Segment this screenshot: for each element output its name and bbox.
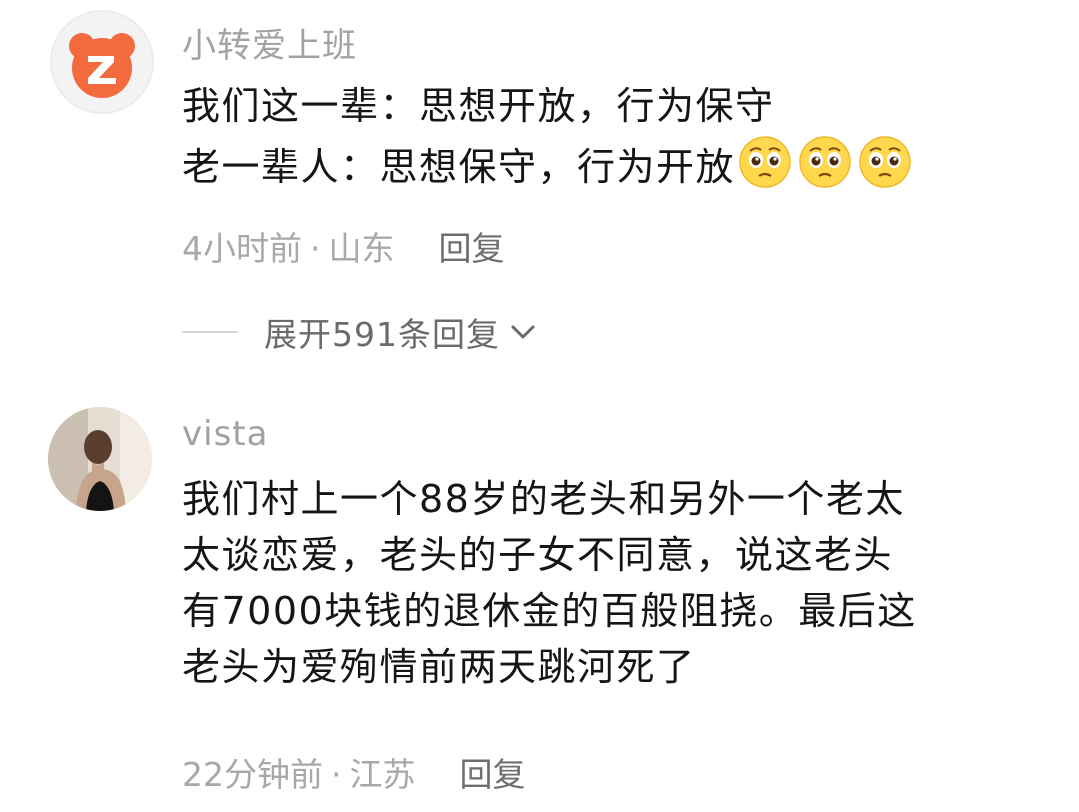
pleading-face-emoji-icon [859, 136, 911, 188]
meta-separator: · [331, 755, 342, 794]
comment-time: 4小时前 [182, 229, 302, 268]
zhuanzhuan-logo-icon [69, 33, 135, 98]
comment-location: 山东 [328, 229, 395, 268]
expand-replies-label: 展开591条回复 [264, 315, 500, 354]
comment-time: 22分钟前 [182, 755, 323, 794]
emoji-group [737, 134, 913, 190]
comment-meta: 22分钟前 · 江苏 回复 [182, 748, 526, 796]
comment-line-with-emoji: 老一辈人：思想保守，行为开放 [182, 134, 913, 195]
comment-line: 有7000块钱的退休金的百般阻挠。最后这 [182, 589, 917, 633]
comment-line: 老一辈人：思想保守，行为开放 [182, 145, 736, 189]
comment-line: 我们村上一个88岁的老头和另外一个老太 [182, 477, 905, 521]
comment-body: 我们村上一个88岁的老头和另外一个老太 太谈恋爱，老头的子女不同意，说这老头 有… [182, 471, 917, 695]
divider [182, 331, 238, 333]
pleading-face-emoji-icon [799, 136, 851, 188]
comment-line: 太谈恋爱，老头的子女不同意，说这老头 [182, 533, 894, 577]
comment-username[interactable]: 小转爱上班 [182, 18, 357, 67]
user-photo-avatar-icon [48, 407, 152, 511]
chevron-down-icon [511, 325, 535, 339]
comment-body: 我们这一辈：思想开放，行为保守 老一辈人：思想保守，行为开放 [182, 78, 913, 195]
comment-username[interactable]: vista [182, 414, 268, 454]
avatar[interactable] [48, 407, 152, 511]
comment-line: 老头为爱殉情前两天跳河死了 [182, 645, 696, 689]
avatar[interactable] [50, 10, 154, 114]
pleading-face-emoji-icon [739, 136, 791, 188]
reply-button[interactable]: 回复 [460, 755, 526, 794]
comment-line: 我们这一辈：思想开放，行为保守 [182, 84, 775, 128]
meta-separator: · [310, 229, 321, 268]
reply-button[interactable]: 回复 [439, 229, 505, 268]
expand-replies-button[interactable]: 展开591条回复 [182, 308, 538, 356]
comment-meta: 4小时前 · 山东 回复 [182, 222, 505, 270]
comment-location: 江苏 [349, 755, 416, 794]
